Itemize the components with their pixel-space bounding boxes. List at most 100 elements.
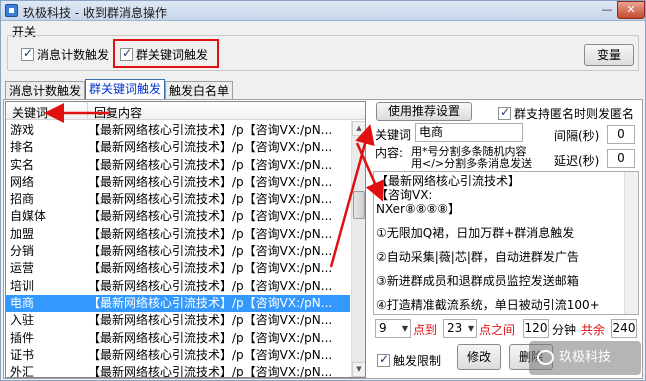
table-row[interactable]: 运营 【最新网络核心引流技术】/p【咨询VX:/pN...	[6, 260, 350, 277]
content-line: ②自动采集|薇|芯|群，自动进群发广告	[376, 250, 579, 264]
use-recommended-button[interactable]: 使用推荐设置	[376, 102, 472, 121]
minutes-label: 分钟	[552, 323, 577, 337]
table-row[interactable]: 分销 【最新网络核心引流技术】/p【咨询VX:/pN...	[6, 243, 350, 260]
table-row[interactable]: 电商 【最新网络核心引流技术】/p【咨询VX:/pN...	[6, 294, 350, 313]
reply-cell: 【最新网络核心引流技术】/p【咨询VX:/pN...	[88, 365, 333, 378]
scroll-thumb[interactable]	[353, 191, 365, 219]
keyword-cell: 排名	[10, 140, 35, 155]
highlight-annotation-box	[113, 39, 219, 68]
end-hour-value: 23	[447, 321, 463, 335]
reply-cell: 【最新网络核心引流技术】/p【咨询VX:/pN...	[88, 244, 333, 259]
keyword-cell: 外汇	[10, 365, 35, 378]
msg-count-trigger-checkbox[interactable]: 消息计数触发	[21, 46, 109, 63]
content-line: NXer⑧⑧⑧⑧】	[376, 202, 461, 216]
reply-cell: 【最新网络核心引流技术】/p【咨询VX:/pN...	[88, 209, 333, 224]
trigger-limit-checkbox[interactable]: 触发限制	[377, 352, 441, 369]
reply-cell: 【最新网络核心引流技术】/p【咨询VX:/pN...	[88, 123, 333, 137]
watermark: 玖极科技	[529, 341, 641, 375]
chevron-down-icon[interactable]: ▼	[468, 320, 474, 337]
modify-button[interactable]: 修改	[457, 344, 501, 370]
checkbox-box[interactable]	[377, 352, 390, 367]
checkbox-box[interactable]	[498, 105, 511, 120]
tab-message-count[interactable]: 消息计数触发	[5, 81, 86, 100]
keyword-cell: 自媒体	[10, 209, 47, 224]
start-hour-value: 9	[379, 321, 387, 335]
table-row[interactable]: 实名 【最新网络核心引流技术】/p【咨询VX:/pN...	[6, 157, 350, 174]
anonymous-checkbox[interactable]: 群支持匿名时则发匿名	[498, 105, 634, 122]
table-body: 游戏 【最新网络核心引流技术】/p【咨询VX:/pN... 排名 【最新网络核心引流技…	[6, 122, 350, 378]
reply-cell: 【最新网络核心引流技术】/p【咨询VX:/pN...	[88, 261, 333, 276]
table-row[interactable]: 加盟 【最新网络核心引流技术】/p【咨询VX:/pN...	[6, 226, 350, 243]
table-row[interactable]: 游戏 【最新网络核心引流技术】/p【咨询VX:/pN...	[6, 122, 350, 139]
title-bar[interactable]: 玖极科技 - 收到群消息操作 — ✕	[1, 1, 645, 21]
content-line: ④打造精准截流系统，单日被动引流100+	[376, 298, 600, 312]
reply-cell: 【最新网络核心引流技术】/p【咨询VX:/pN...	[88, 313, 333, 328]
end-hour-suffix: 点之间	[479, 323, 516, 337]
table-row[interactable]: 入驻 【最新网络核心引流技术】/p【咨询VX:/pN...	[6, 312, 350, 329]
table-row[interactable]: 外汇 【最新网络核心引流技术】/p【咨询VX:/pN...	[6, 364, 350, 378]
keyword-cell: 电商	[10, 295, 35, 310]
content-line: 【咨询VX:	[376, 188, 433, 202]
keyword-cell: 分销	[10, 244, 35, 259]
start-hour-select[interactable]: 9 ▼	[375, 319, 411, 338]
main-window: 玖极科技 - 收到群消息操作 — ✕ 开关 消息计数触发 群关键词触发 变量 消…	[0, 0, 646, 381]
reply-cell: 【最新网络核心引流技术】/p【咨询VX:/pN...	[88, 192, 333, 207]
minutes-input[interactable]: 120	[523, 319, 549, 338]
keyword-input[interactable]: 电商	[415, 123, 523, 142]
keyword-table[interactable]: 关键词 回复内容 游戏 【最新网络核心引流技术】/p【咨询VX:/pN... 排名【…	[5, 101, 366, 378]
total-label: 共余	[581, 323, 606, 337]
column-header-keyword[interactable]: 关键词	[12, 104, 48, 121]
reply-cell: 【最新网络核心引流技术】/p【咨询VX:/pN...	[88, 226, 333, 241]
table-header: 关键词 回复内容	[6, 102, 365, 120]
minimize-button[interactable]: —	[597, 2, 617, 19]
content-line	[376, 216, 636, 226]
watermark-text: 玖极科技	[559, 350, 612, 365]
keyword-cell: 培训	[10, 278, 35, 293]
content-line: ③新进群成员和退群成员监控发送邮箱	[376, 274, 579, 288]
window-title: 玖极科技 - 收到群消息操作	[23, 6, 167, 20]
keyword-cell: 运营	[10, 261, 35, 276]
column-header-reply[interactable]: 回复内容	[94, 104, 142, 121]
delay-input[interactable]: 0	[607, 149, 635, 168]
table-scrollbar[interactable]: ▲ ▼	[351, 121, 365, 377]
table-row[interactable]: 证书 【最新网络核心引流技术】/p【咨询VX:/pN...	[6, 347, 350, 364]
table-row[interactable]: 插件 【最新网络核心引流技术】/p【咨询VX:/pN...	[6, 330, 350, 347]
total-input[interactable]: 240	[611, 319, 637, 338]
keyword-cell: 入驻	[10, 313, 35, 328]
tab-bar: 消息计数触发 群关键词触发 触发白名单	[5, 79, 234, 100]
keyword-cell: 加盟	[10, 226, 35, 241]
table-row[interactable]: 排名 【最新网络核心引流技术】/p【咨询VX:/pN...	[6, 139, 350, 156]
content-line	[376, 288, 636, 298]
interval-input[interactable]: 0	[607, 125, 635, 144]
tab-whitelist[interactable]: 触发白名单	[165, 81, 234, 100]
end-hour-select[interactable]: 23 ▼	[443, 319, 477, 338]
scroll-down-icon[interactable]: ▼	[352, 362, 365, 377]
chevron-down-icon[interactable]: ▼	[402, 320, 408, 337]
reply-cell: 【最新网络核心引流技术】/p【咨询VX:/pN...	[88, 174, 333, 189]
scroll-up-icon[interactable]: ▲	[352, 121, 365, 136]
keyword-cell: 插件	[10, 330, 35, 345]
table-row[interactable]: 招商 【最新网络核心引流技术】/p【咨询VX:/pN...	[6, 191, 350, 208]
start-hour-suffix: 点到	[413, 323, 438, 337]
column-divider[interactable]	[87, 102, 88, 120]
keyword-cell: 证书	[10, 347, 35, 362]
reply-cell: 【最新网络核心引流技术】/p【咨询VX:/pN...	[88, 295, 333, 310]
table-row[interactable]: 自媒体 【最新网络核心引流技术】/p【咨询VX:/pN...	[6, 208, 350, 225]
textarea-scrollbar[interactable]	[624, 172, 638, 314]
table-row[interactable]: 培训 【最新网络核心引流技术】/p【咨询VX:/pN...	[6, 278, 350, 295]
table-row[interactable]: 网络 【最新网络核心引流技术】/p【咨询VX:/pN...	[6, 174, 350, 191]
variables-button[interactable]: 变量	[584, 44, 634, 66]
reply-cell: 【最新网络核心引流技术】/p【咨询VX:/pN...	[88, 140, 333, 155]
checkbox-box[interactable]	[21, 46, 34, 61]
tab-keyword-trigger[interactable]: 群关键词触发	[85, 79, 166, 100]
close-button[interactable]: ✕	[617, 1, 645, 19]
keyword-cell: 网络	[10, 174, 35, 189]
reply-content-textarea[interactable]: 【最新网络核心引流技术】 【咨询VX: NXer⑧⑧⑧⑧】 ①无限加Q裙，日加万群+群…	[373, 171, 639, 315]
reply-cell: 【最新网络核心引流技术】/p【咨询VX:/pN...	[88, 347, 333, 362]
reply-content-lines: 【最新网络核心引流技术】 【咨询VX: NXer⑧⑧⑧⑧】 ①无限加Q裙，日加万群+群…	[376, 174, 636, 312]
reply-cell: 【最新网络核心引流技术】/p【咨询VX:/pN...	[88, 157, 333, 172]
keyword-label: 关键词	[375, 128, 412, 142]
delay-label: 延迟(秒)	[554, 154, 600, 168]
content-line: ①无限加Q裙，日加万群+群消息触发	[376, 226, 575, 240]
reply-cell: 【最新网络核心引流技术】/p【咨询VX:/pN...	[88, 278, 333, 293]
